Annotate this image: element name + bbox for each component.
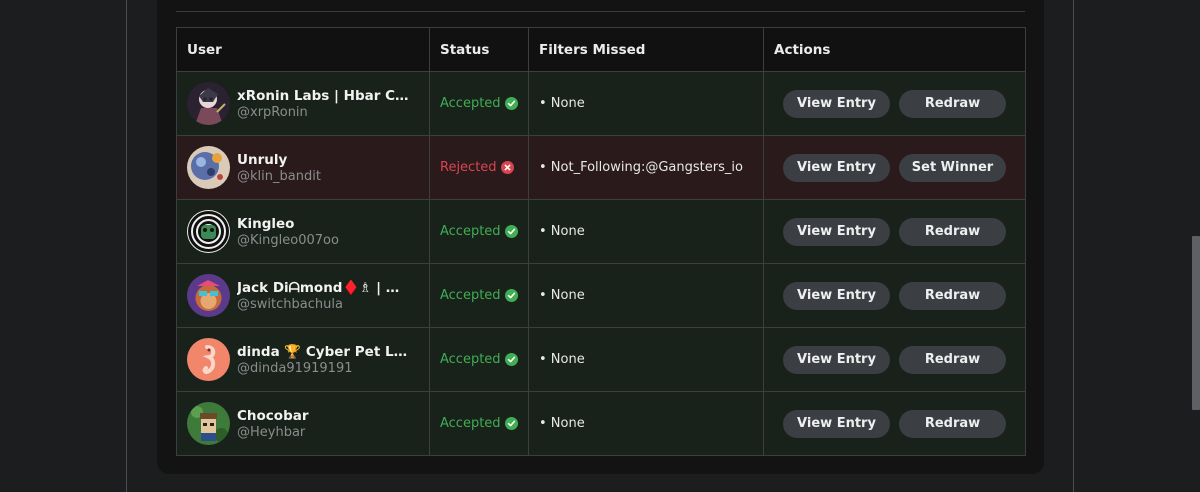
status-label: Accepted — [440, 416, 501, 431]
redraw-button[interactable]: Redraw — [899, 217, 1006, 246]
ape-avatar-icon[interactable] — [187, 274, 230, 317]
filters-missed: • None — [539, 352, 585, 367]
filters-missed: • Not_Following:@Gangsters_io — [539, 160, 743, 175]
check-circle-icon — [504, 97, 518, 110]
page-border-left — [126, 0, 127, 492]
filters-missed: • None — [539, 416, 585, 431]
table-header-row: User Status Filters Missed Actions — [176, 27, 1026, 72]
table-row: dinda 🏆 Cyber Pet Little @dinda91919191 … — [176, 327, 1026, 392]
planet-avatar-icon[interactable] — [187, 146, 230, 189]
entries-table: User Status Filters Missed Actions xRoni… — [176, 27, 1026, 456]
user-handle: @Heyhbar — [237, 424, 306, 440]
user-cell: Chocobar @Heyhbar — [177, 402, 429, 445]
status-badge: Accepted — [430, 352, 528, 367]
check-circle-icon — [504, 353, 518, 366]
status-badge: Accepted — [430, 288, 528, 303]
row-actions: View Entry Redraw — [764, 345, 1025, 374]
table-row: Kingleo @Kingleo007oo Accepted • None Vi… — [176, 199, 1026, 264]
character-avatar-icon[interactable] — [187, 402, 230, 445]
x-circle-icon — [500, 161, 514, 174]
table-row: Unruly @klin_bandit Rejected • Not_Follo… — [176, 135, 1026, 200]
view-entry-button[interactable]: View Entry — [783, 89, 890, 118]
table-row: xRonin Labs | Hbar Collective @xrpRonin … — [176, 71, 1026, 136]
status-label: Rejected — [440, 160, 497, 175]
user-name[interactable]: Kingleo — [237, 216, 409, 232]
redraw-button[interactable]: Redraw — [899, 281, 1006, 310]
user-cell: dinda 🏆 Cyber Pet Little @dinda91919191 — [177, 338, 429, 381]
column-header-user: User — [176, 27, 430, 72]
table-row: Jack Diᗩmond♦️♗ | VSWAP @switchbachula A… — [176, 263, 1026, 328]
row-actions: View Entry Redraw — [764, 281, 1025, 310]
user-cell: Jack Diᗩmond♦️♗ | VSWAP @switchbachula — [177, 274, 429, 317]
user-handle: @Kingleo007oo — [237, 232, 339, 248]
row-actions: View Entry Redraw — [764, 89, 1025, 118]
status-label: Accepted — [440, 352, 501, 367]
check-circle-icon — [504, 225, 518, 238]
row-actions: View Entry Set Winner — [764, 153, 1025, 182]
view-entry-button[interactable]: View Entry — [783, 345, 890, 374]
seahorse-avatar-icon[interactable] — [187, 338, 230, 381]
redraw-button[interactable]: Redraw — [899, 345, 1006, 374]
user-name[interactable]: Chocobar — [237, 408, 409, 424]
scrollbar-thumb[interactable] — [1192, 236, 1200, 410]
user-handle: @xrpRonin — [237, 104, 308, 120]
redraw-button[interactable]: Redraw — [899, 409, 1006, 438]
column-header-actions: Actions — [763, 27, 1026, 72]
ronin-avatar-icon[interactable] — [187, 82, 230, 125]
redraw-button[interactable]: Redraw — [899, 89, 1006, 118]
view-entry-button[interactable]: View Entry — [783, 281, 890, 310]
row-actions: View Entry Redraw — [764, 409, 1025, 438]
check-circle-icon — [504, 417, 518, 430]
table-row: Chocobar @Heyhbar Accepted • None View E… — [176, 391, 1026, 456]
view-entry-button[interactable]: View Entry — [783, 153, 890, 182]
user-name[interactable]: Unruly — [237, 152, 409, 168]
check-circle-icon — [504, 289, 518, 302]
status-label: Accepted — [440, 224, 501, 239]
set-winner-button[interactable]: Set Winner — [899, 153, 1006, 182]
filters-missed: • None — [539, 288, 585, 303]
user-name[interactable]: Jack Diᗩmond♦️♗ | VSWAP — [237, 280, 409, 296]
user-cell: Kingleo @Kingleo007oo — [177, 210, 429, 253]
swirl-avatar-icon[interactable] — [187, 210, 230, 253]
status-badge: Accepted — [430, 416, 528, 431]
column-header-filters-missed: Filters Missed — [528, 27, 764, 72]
status-badge: Accepted — [430, 96, 528, 111]
user-name[interactable]: dinda 🏆 Cyber Pet Little — [237, 344, 409, 360]
filters-missed: • None — [539, 96, 585, 111]
page-border-right — [1073, 0, 1074, 492]
user-name[interactable]: xRonin Labs | Hbar Collective — [237, 88, 409, 104]
row-actions: View Entry Redraw — [764, 217, 1025, 246]
status-label: Accepted — [440, 96, 501, 111]
view-entry-button[interactable]: View Entry — [783, 409, 890, 438]
status-badge: Accepted — [430, 224, 528, 239]
user-handle: @klin_bandit — [237, 168, 321, 184]
status-label: Accepted — [440, 288, 501, 303]
user-handle: @dinda91919191 — [237, 360, 353, 376]
view-entry-button[interactable]: View Entry — [783, 217, 890, 246]
filters-missed: • None — [539, 224, 585, 239]
status-badge: Rejected — [430, 160, 528, 175]
user-cell: xRonin Labs | Hbar Collective @xrpRonin — [177, 82, 429, 125]
user-cell: Unruly @klin_bandit — [177, 146, 429, 189]
card-divider — [176, 11, 1025, 12]
column-header-status: Status — [429, 27, 529, 72]
user-handle: @switchbachula — [237, 296, 343, 312]
